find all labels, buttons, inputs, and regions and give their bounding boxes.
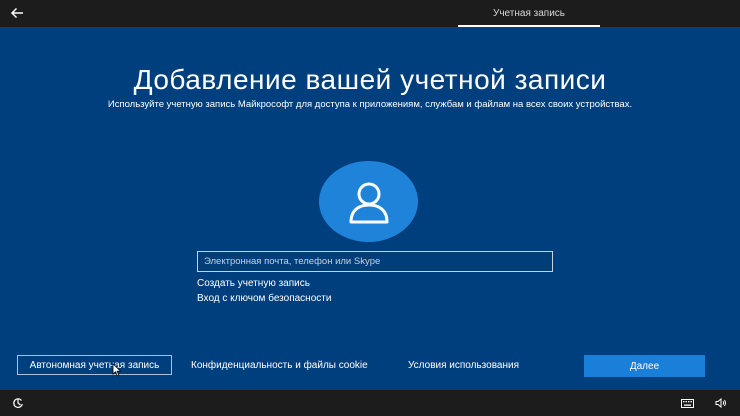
top-bar: Учетная запись <box>0 0 740 27</box>
page-subtitle: Используйте учетную запись Майкрософт дл… <box>107 99 633 110</box>
privacy-link[interactable]: Конфиденциальность и файлы cookie <box>191 360 368 371</box>
ease-of-access-icon <box>13 398 23 408</box>
page-title: Добавление вашей учетной записи <box>133 64 607 95</box>
offline-account-button[interactable]: Автономная учетная запись <box>17 355 172 375</box>
back-button[interactable] <box>6 3 28 23</box>
terms-link[interactable]: Условия использования <box>408 360 519 371</box>
main-content: Добавление вашей учетной записи Использу… <box>0 27 740 390</box>
avatar <box>319 161 418 242</box>
setup-screen: Учетная запись Добавление вашей учетной … <box>0 0 740 416</box>
keyboard-icon <box>680 398 694 408</box>
ease-of-access-button[interactable] <box>11 396 25 410</box>
tab-account: Учетная запись <box>458 0 600 27</box>
keyboard-button[interactable] <box>680 396 694 410</box>
back-arrow-icon <box>10 7 23 19</box>
security-key-link[interactable]: Вход с ключом безопасности <box>197 293 331 304</box>
bottom-bar <box>0 390 740 416</box>
volume-icon <box>715 397 726 409</box>
tab-account-label: Учетная запись <box>492 8 565 19</box>
volume-button[interactable] <box>714 396 728 410</box>
user-icon <box>349 182 388 223</box>
create-account-link[interactable]: Создать учетную запись <box>197 278 310 289</box>
mouse-cursor-icon <box>112 363 122 377</box>
next-button[interactable]: Далее <box>584 355 705 377</box>
email-field[interactable] <box>197 251 553 272</box>
